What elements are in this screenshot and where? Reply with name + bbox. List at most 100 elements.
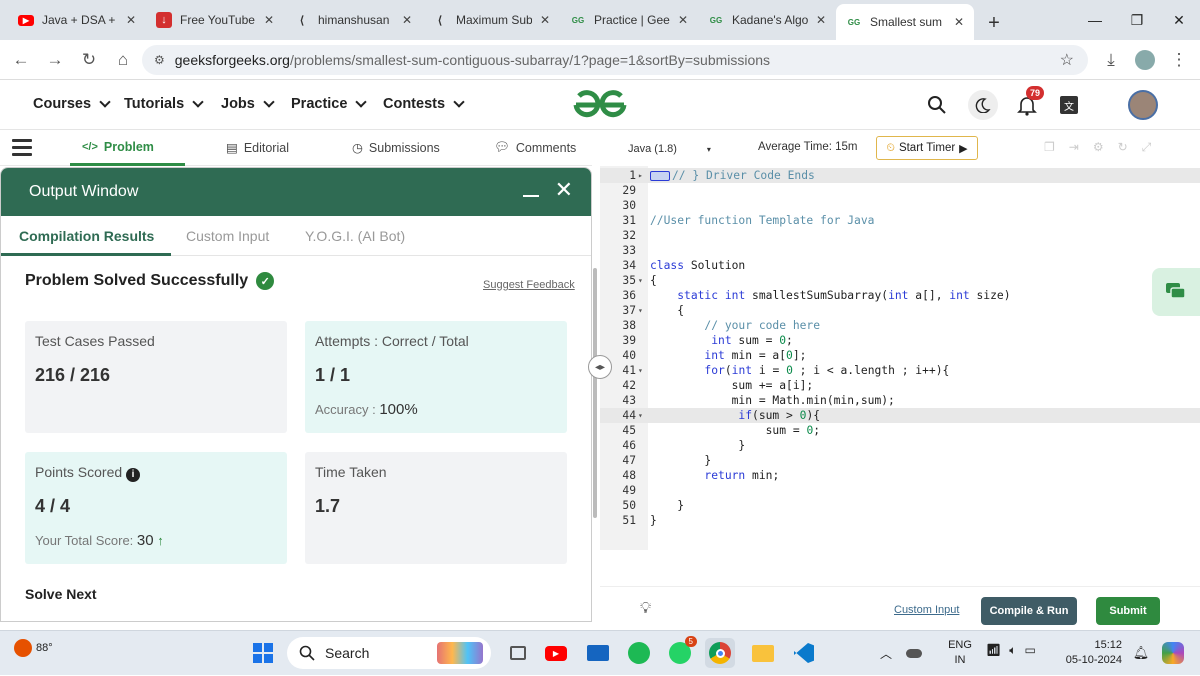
start-timer-button[interactable]: ⏲ Start Timer ▶ <box>876 136 978 160</box>
code-line[interactable]: 36 static int smallestSumSubarray(int a[… <box>600 288 1200 303</box>
tab-submissions[interactable]: ◷ Submissions <box>352 140 440 156</box>
close-tab-icon[interactable]: ✕ <box>954 15 964 29</box>
file-explorer-icon[interactable] <box>748 638 778 668</box>
code-line[interactable]: 51} <box>600 513 1200 528</box>
close-icon[interactable]: ✕ <box>555 179 573 201</box>
search-icon[interactable] <box>922 90 952 120</box>
tab-yogi-ai-bot[interactable]: Y.O.G.I. (AI Bot) <box>305 228 405 244</box>
code-line[interactable]: 30 <box>600 198 1200 213</box>
translate-icon[interactable]: 文 <box>1054 90 1084 120</box>
code-line[interactable]: 47 } <box>600 453 1200 468</box>
code-line[interactable]: 32 <box>600 228 1200 243</box>
code-line[interactable]: 46 } <box>600 438 1200 453</box>
code-line[interactable]: 49 <box>600 483 1200 498</box>
code-line[interactable]: 42 sum += a[i]; <box>600 378 1200 393</box>
fold-toggle-icon[interactable]: ▾ <box>638 363 643 378</box>
code-line[interactable]: 37 ▾ { <box>600 303 1200 318</box>
code-line[interactable]: 43 min = Math.min(min,sum); <box>600 393 1200 408</box>
nav-practice[interactable]: Practice <box>291 96 368 112</box>
taskbar-search[interactable]: Search <box>287 637 491 669</box>
code-line[interactable]: 29 <box>600 183 1200 198</box>
fold-toggle-icon[interactable]: ▾ <box>638 408 643 423</box>
back-icon[interactable]: ← <box>4 43 38 77</box>
copilot-icon[interactable] <box>1158 638 1188 668</box>
code-line[interactable]: 44 ▾ if(sum > 0){ <box>600 408 1200 423</box>
forward-icon[interactable]: → <box>38 43 72 77</box>
panel-resize-handle[interactable]: ◂▸ <box>588 355 612 379</box>
home-icon[interactable]: ⌂ <box>106 43 140 77</box>
tab-problem[interactable]: </> Problem <box>82 140 154 154</box>
info-icon[interactable]: i <box>126 468 141 482</box>
bookmark-star-icon[interactable]: ☆ <box>1060 50 1074 70</box>
start-icon[interactable] <box>248 638 278 668</box>
browser-tab[interactable]: ▶ Java + DSA + ✕ <box>8 3 146 37</box>
vscode-icon[interactable] <box>789 638 819 668</box>
tab-comments[interactable]: 💬︎ Comments <box>494 140 576 155</box>
close-window-icon[interactable]: ✕ <box>1158 0 1200 40</box>
copy-icon[interactable]: ❐ <box>1044 140 1055 155</box>
code-line[interactable]: 50 } <box>600 498 1200 513</box>
minimize-icon[interactable] <box>522 195 539 197</box>
code-line[interactable]: 31 //User function Template for Java <box>600 213 1200 228</box>
user-avatar[interactable] <box>1128 90 1158 120</box>
language-select[interactable]: Java (1.8) ▾ <box>622 137 718 161</box>
chat-button[interactable] <box>1152 268 1200 316</box>
new-tab-button[interactable]: + <box>978 6 1010 40</box>
close-tab-icon[interactable]: ✕ <box>402 13 412 27</box>
menu-kebab-icon[interactable]: ⋮ <box>1162 43 1196 77</box>
browser-tab[interactable]: GG Practice | Gee ✕ <box>560 3 698 37</box>
code-line[interactable]: 39 int sum = 0; <box>600 333 1200 348</box>
profile-avatar-icon[interactable] <box>1128 43 1162 77</box>
fold-toggle-icon[interactable]: ▸ <box>638 168 643 183</box>
nav-contests[interactable]: Contests <box>383 96 465 112</box>
nav-jobs[interactable]: Jobs <box>221 96 275 112</box>
browser-tab[interactable]: GG Kadane's Algo ✕ <box>698 3 836 37</box>
weather-widget[interactable]: 88° <box>14 639 53 657</box>
compile-run-button[interactable]: Compile & Run <box>981 597 1077 625</box>
code-line[interactable]: 1 ▸ // } Driver Code Ends <box>600 168 1200 183</box>
code-line[interactable]: 45 sum = 0; <box>600 423 1200 438</box>
lightbulb-icon[interactable]: 💡︎ <box>640 600 651 618</box>
browser-tab[interactable]: ⟨ himanshusan ✕ <box>284 3 422 37</box>
whatsapp-icon[interactable]: 5 <box>665 636 697 668</box>
quick-settings[interactable]: 📶︎ 🔈︎ ▭ <box>986 643 1036 658</box>
code-line[interactable]: 41 ▾ for(int i = 0 ; i < a.length ; i++){ <box>600 363 1200 378</box>
restore-icon[interactable]: ❐ <box>1116 0 1158 40</box>
code-line[interactable]: 40 int min = a[0]; <box>600 348 1200 363</box>
close-tab-icon[interactable]: ✕ <box>264 13 274 27</box>
code-line[interactable]: 35 ▾ { <box>600 273 1200 288</box>
tray-overflow-icon[interactable]: ︿ <box>880 645 892 662</box>
notification-bell-icon[interactable]: 79 <box>1012 86 1045 120</box>
mail-icon[interactable] <box>583 638 613 668</box>
close-tab-icon[interactable]: ✕ <box>678 13 688 27</box>
youtube-app-icon[interactable]: ▶ <box>541 638 571 668</box>
gfg-logo[interactable] <box>570 88 630 122</box>
reload-icon[interactable]: ↻ <box>72 43 106 77</box>
chrome-icon[interactable] <box>705 638 735 668</box>
tab-custom-input[interactable]: Custom Input <box>186 228 269 244</box>
url-bar[interactable]: ⚙ geeksforgeeks.org/problems/smallest-su… <box>142 45 1088 75</box>
browser-tab[interactable]: ↓ Free YouTube ✕ <box>146 3 284 37</box>
nav-tutorials[interactable]: Tutorials <box>124 96 204 112</box>
fold-toggle-icon[interactable]: ▾ <box>638 303 643 318</box>
reset-icon[interactable]: ↻ <box>1118 140 1128 155</box>
submit-button[interactable]: Submit <box>1096 597 1160 625</box>
fullscreen-icon[interactable]: ⤢ <box>1142 140 1152 155</box>
settings-icon[interactable]: ⚙ <box>1093 140 1104 155</box>
panel-scrollbar[interactable] <box>593 268 597 518</box>
tab-compilation-results[interactable]: Compilation Results <box>19 228 154 244</box>
spotify-icon[interactable] <box>624 638 654 668</box>
language-indicator[interactable]: ENG IN <box>946 638 974 668</box>
notification-bell-icon[interactable]: 🔔︎ <box>1126 638 1156 668</box>
close-tab-icon[interactable]: ✕ <box>126 13 136 27</box>
fold-toggle-icon[interactable]: ▾ <box>638 273 643 288</box>
close-tab-icon[interactable]: ✕ <box>816 13 826 27</box>
custom-input-link[interactable]: Custom Input <box>894 604 959 616</box>
code-line[interactable]: 33 <box>600 243 1200 258</box>
nav-courses[interactable]: Courses <box>33 96 111 112</box>
minimize-icon[interactable]: — <box>1074 0 1116 40</box>
code-line[interactable]: 34 class Solution <box>600 258 1200 273</box>
browser-tab[interactable]: GG Smallest sum ✕ <box>836 4 974 40</box>
code-line[interactable]: 48 return min; <box>600 468 1200 483</box>
close-tab-icon[interactable]: ✕ <box>540 13 550 27</box>
